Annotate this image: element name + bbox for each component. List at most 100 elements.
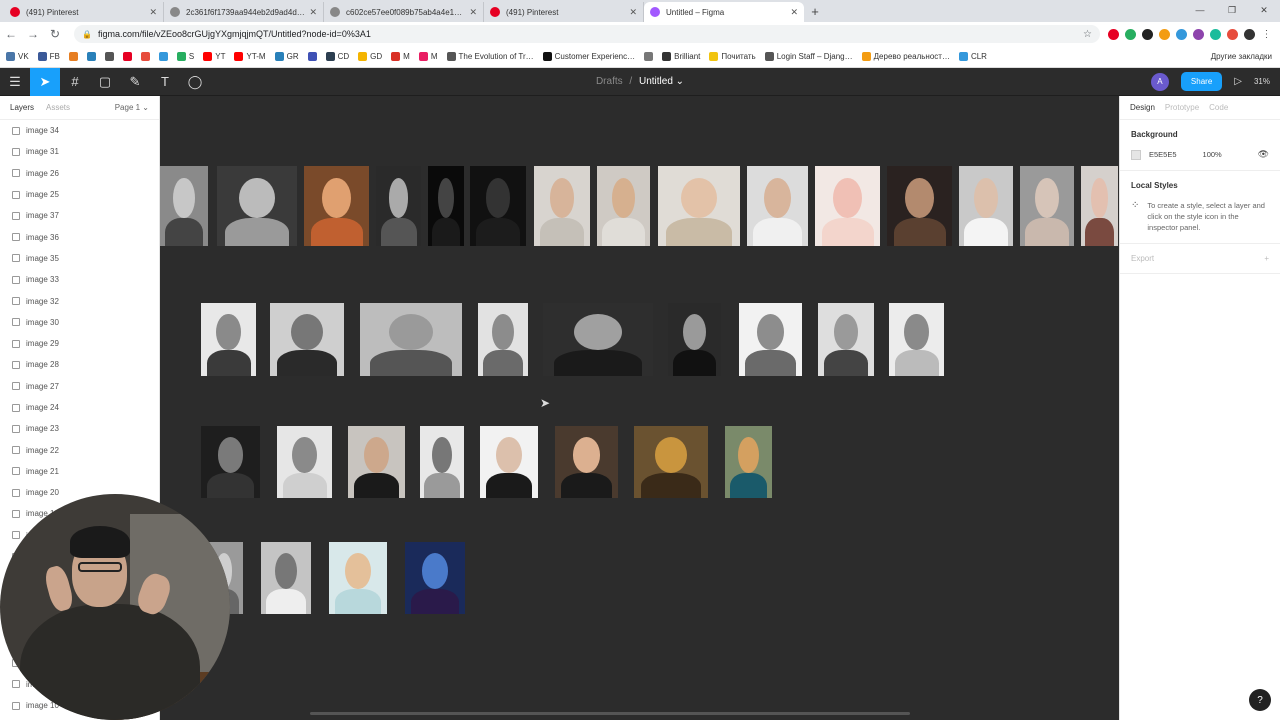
bookmark-item[interactable]: GR xyxy=(274,52,299,61)
bookmark-item[interactable]: M xyxy=(418,52,438,61)
canvas-image[interactable] xyxy=(480,426,538,498)
canvas-image[interactable] xyxy=(634,426,708,498)
layer-item[interactable]: image 32 xyxy=(0,290,159,311)
minimize-icon[interactable]: — xyxy=(1184,0,1216,20)
ext-icon[interactable] xyxy=(1210,28,1221,40)
close-window-icon[interactable]: ✕ xyxy=(1248,0,1280,20)
layer-item[interactable]: image 36 xyxy=(0,226,159,247)
bookmark-item[interactable]: GD xyxy=(358,52,382,61)
layer-item[interactable]: image 25 xyxy=(0,184,159,205)
bookmark-item[interactable]: The Evolution of Tr… xyxy=(446,52,534,61)
layer-item[interactable]: image 29 xyxy=(0,333,159,354)
file-name[interactable]: Untitled ⌄ xyxy=(639,76,684,87)
pen-tool-icon[interactable]: ✎ xyxy=(120,68,150,96)
layer-item[interactable]: image 21 xyxy=(0,461,159,482)
bookmark-item[interactable] xyxy=(68,52,78,61)
page-selector[interactable]: Page 1 ⌄ xyxy=(115,103,149,112)
main-menu-icon[interactable]: ☰ xyxy=(0,68,30,96)
background-opacity[interactable]: 100% xyxy=(1203,150,1222,159)
canvas-image[interactable] xyxy=(348,426,405,498)
canvas-image[interactable] xyxy=(405,542,465,614)
canvas-image[interactable] xyxy=(261,542,311,614)
browser-tab[interactable]: (491) Pinterest ✕ xyxy=(484,2,644,22)
ext-icon[interactable] xyxy=(1159,28,1170,40)
browser-tab[interactable]: (491) Pinterest ✕ xyxy=(4,2,164,22)
close-tab-icon[interactable]: ✕ xyxy=(790,7,798,18)
layer-item[interactable]: image 22 xyxy=(0,439,159,460)
close-tab-icon[interactable]: ✕ xyxy=(629,7,637,18)
zoom-level[interactable]: 31% xyxy=(1254,77,1270,86)
tab-design[interactable]: Design xyxy=(1130,103,1155,112)
bookmark-item[interactable]: CLR xyxy=(958,52,987,61)
canvas[interactable]: ➤ xyxy=(160,96,1118,720)
background-swatch[interactable] xyxy=(1131,149,1141,160)
tab-layers[interactable]: Layers xyxy=(10,103,34,112)
bookmark-item[interactable]: Дерево реальност… xyxy=(861,52,950,61)
reload-icon[interactable]: ↻ xyxy=(44,27,66,41)
layer-item[interactable]: image 23 xyxy=(0,418,159,439)
canvas-image[interactable] xyxy=(959,166,1013,246)
breadcrumb-drafts[interactable]: Drafts xyxy=(596,76,623,87)
bookmark-item[interactable]: S xyxy=(176,52,194,61)
canvas-image[interactable] xyxy=(543,303,653,376)
close-tab-icon[interactable]: ✕ xyxy=(149,7,157,18)
canvas-image[interactable] xyxy=(739,303,802,376)
bookmark-item[interactable]: YT-M xyxy=(234,52,266,61)
canvas-image[interactable] xyxy=(360,303,462,376)
layer-item[interactable]: image 26 xyxy=(0,163,159,184)
canvas-image[interactable] xyxy=(329,542,387,614)
canvas-image[interactable] xyxy=(478,303,528,376)
bookmark-item[interactable] xyxy=(86,52,96,61)
add-export-icon[interactable]: + xyxy=(1264,254,1269,263)
layer-item[interactable]: image 33 xyxy=(0,269,159,290)
ext-icon[interactable] xyxy=(1142,28,1153,40)
new-tab-button[interactable]: + xyxy=(804,2,826,22)
help-button[interactable]: ? xyxy=(1249,689,1271,711)
bookmark-item[interactable]: YT xyxy=(203,52,225,61)
star-icon[interactable]: ☆ xyxy=(1083,29,1092,40)
bookmark-item[interactable] xyxy=(140,52,150,61)
share-button[interactable]: Share xyxy=(1180,72,1223,91)
canvas-image[interactable] xyxy=(725,426,772,498)
bookmark-item[interactable] xyxy=(158,52,168,61)
canvas-image[interactable] xyxy=(217,166,297,246)
background-row[interactable]: E5E5E5 100% 👁 xyxy=(1131,149,1269,160)
canvas-image[interactable] xyxy=(889,303,944,376)
horizontal-scrollbar[interactable] xyxy=(310,712,910,715)
avatar[interactable]: A xyxy=(1150,72,1169,91)
present-icon[interactable]: ▷ xyxy=(1234,76,1242,87)
canvas-image[interactable] xyxy=(815,166,880,246)
canvas-image[interactable] xyxy=(555,426,618,498)
canvas-image[interactable] xyxy=(818,303,874,376)
canvas-image[interactable] xyxy=(668,303,721,376)
canvas-image[interactable] xyxy=(747,166,808,246)
frame-tool-icon[interactable]: # xyxy=(60,68,90,96)
canvas-image[interactable] xyxy=(658,166,740,246)
menu-icon[interactable]: ⋮ xyxy=(1261,29,1272,40)
close-tab-icon[interactable]: ✕ xyxy=(469,7,477,18)
layer-item[interactable]: image 35 xyxy=(0,248,159,269)
bookmark-item[interactable] xyxy=(644,52,654,61)
bookmark-item[interactable]: Customer Experienc… xyxy=(542,52,635,61)
bookmark-item[interactable] xyxy=(104,52,114,61)
bookmark-item[interactable]: M xyxy=(391,52,410,61)
canvas-image[interactable] xyxy=(270,303,344,376)
text-tool-icon[interactable]: T xyxy=(150,68,180,96)
shape-tool-icon[interactable]: ▢ xyxy=(90,68,120,96)
canvas-image[interactable] xyxy=(277,426,332,498)
ext-icon[interactable] xyxy=(1176,28,1187,40)
bookmark-item[interactable]: Login Staff – Djang… xyxy=(764,52,853,61)
canvas-image[interactable] xyxy=(534,166,590,246)
tab-prototype[interactable]: Prototype xyxy=(1165,103,1199,112)
canvas-image[interactable] xyxy=(160,166,208,246)
browser-tab[interactable]: c602ce57ee0f089b75ab4a4e14f… ✕ xyxy=(324,2,484,22)
close-tab-icon[interactable]: ✕ xyxy=(309,7,317,18)
eye-icon[interactable]: 👁 xyxy=(1258,149,1269,160)
bookmark-item[interactable] xyxy=(122,52,132,61)
canvas-image[interactable] xyxy=(470,166,526,246)
browser-tab[interactable]: 2c361f6f1739aa944eb2d9ad4d2… ✕ xyxy=(164,2,324,22)
pinterest-ext-icon[interactable] xyxy=(1108,28,1119,40)
canvas-image[interactable] xyxy=(1081,166,1118,246)
bookmark-item[interactable]: FB xyxy=(37,52,60,61)
tab-assets[interactable]: Assets xyxy=(46,103,70,112)
